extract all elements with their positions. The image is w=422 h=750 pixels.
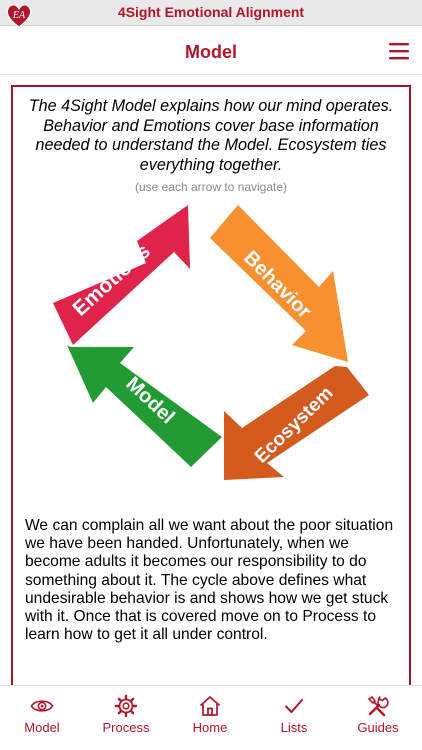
app-title-bar: EA 4Sight Emotional Alignment <box>0 0 422 28</box>
tools-icon <box>368 696 389 717</box>
tab-home[interactable]: Home <box>168 686 252 750</box>
eye-icon <box>30 700 54 712</box>
tab-lists[interactable]: Lists <box>252 686 336 750</box>
bottom-tab-bar: Model Process Home Lists Guides <box>0 685 422 750</box>
tab-process[interactable]: Process <box>84 686 168 750</box>
model-content-panel: The 4Sight Model explains how our mind o… <box>11 85 411 705</box>
app-title: 4Sight Emotional Alignment <box>117 4 305 20</box>
tab-home-label: Home <box>192 720 228 735</box>
tab-lists-label: Lists <box>280 720 308 735</box>
emotions-arrow[interactable]: Emotions <box>53 205 190 345</box>
behavior-arrow[interactable]: Behavior <box>210 205 348 362</box>
tab-model-label: Model <box>24 720 60 735</box>
tab-guides[interactable]: Guides <box>336 686 420 750</box>
body-text: We can complain all we want about the po… <box>25 517 394 644</box>
tab-process-label: Process <box>102 720 150 735</box>
gear-icon <box>114 694 138 718</box>
navigation-bar: Model <box>0 27 422 75</box>
cycle-diagram: Emotions Behavior Ecosystem Model <box>53 205 369 480</box>
tab-model[interactable]: Model <box>0 686 84 750</box>
navigation-hint: (use each arrow to navigate) <box>134 180 288 194</box>
model-arrow[interactable]: Model <box>67 345 222 467</box>
checkmark-icon <box>285 699 303 713</box>
home-icon <box>199 696 221 716</box>
page-title: Model <box>185 42 237 62</box>
hamburger-menu-button[interactable] <box>388 41 410 61</box>
ecosystem-arrow[interactable]: Ecosystem <box>224 366 369 480</box>
tab-guides-label: Guides <box>357 720 399 735</box>
hamburger-menu-icon <box>389 43 409 60</box>
intro-text: The 4Sight Model explains how our mind o… <box>28 97 394 174</box>
